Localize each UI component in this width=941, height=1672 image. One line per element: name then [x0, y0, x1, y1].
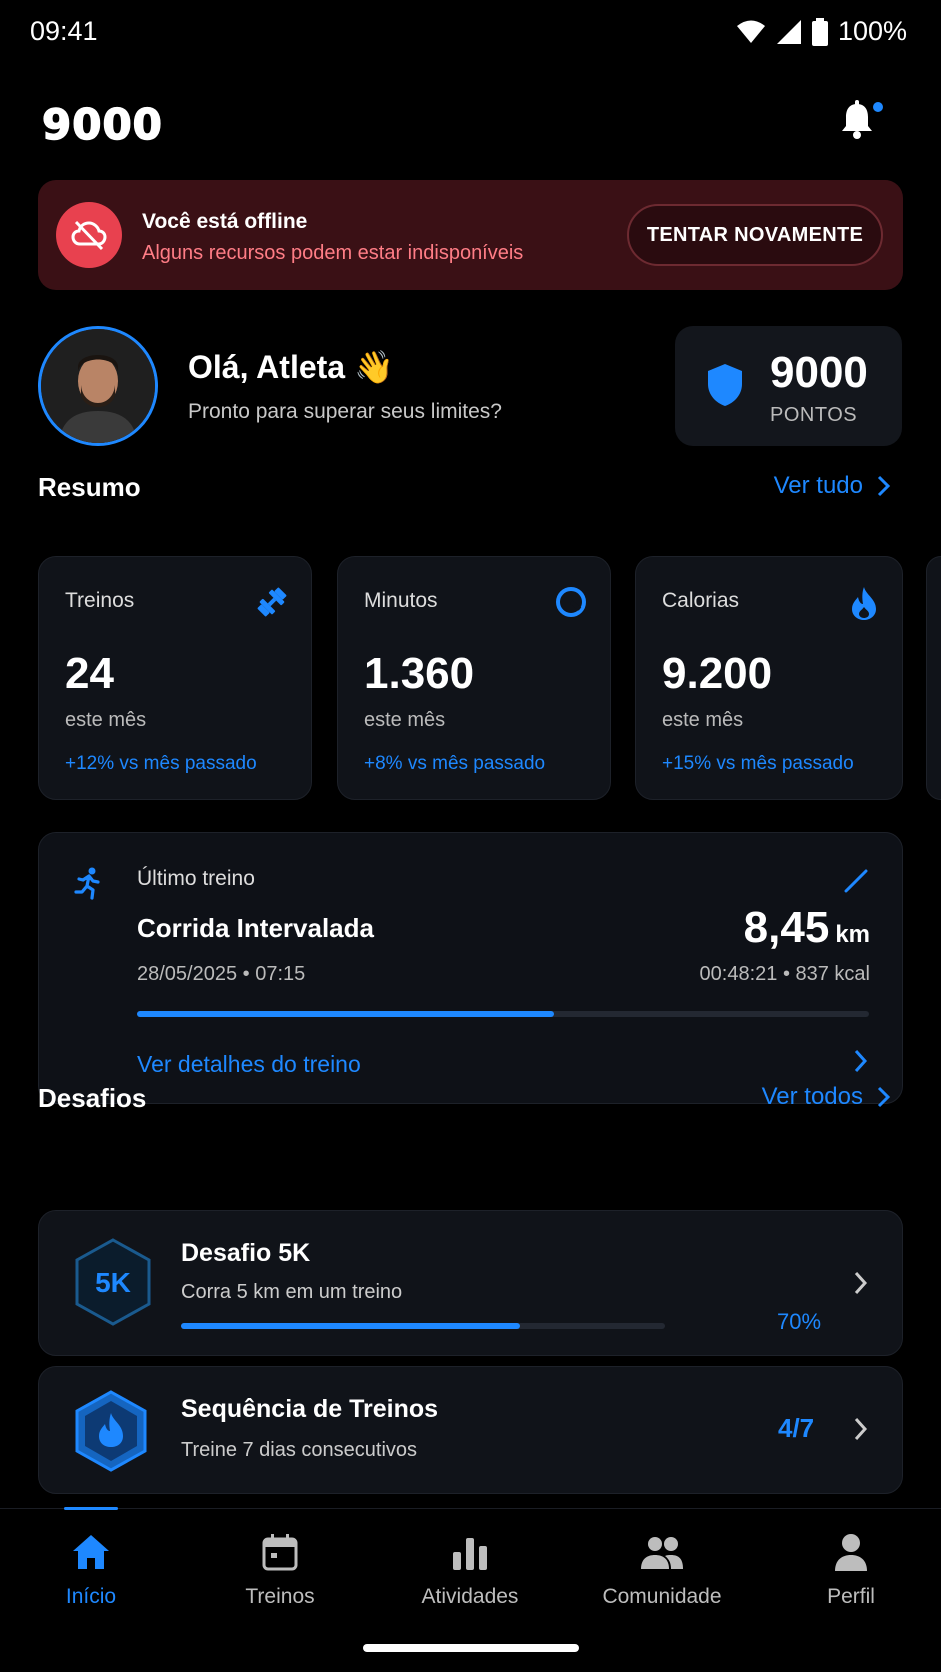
nav-item-perfil[interactable]: Perfil	[766, 1529, 936, 1609]
points-card[interactable]: 9000 PONTOS	[675, 326, 902, 446]
stat-value: 24	[65, 649, 114, 698]
see-all-label: Ver todos	[761, 1083, 863, 1110]
clock-ring-icon	[556, 587, 586, 617]
notifications-button[interactable]	[839, 100, 885, 140]
stat-label: Treinos	[65, 589, 135, 612]
nav-item-inicio[interactable]: Início	[6, 1529, 176, 1609]
nav-label: Treinos	[245, 1585, 315, 1608]
nav-label: Início	[65, 1585, 117, 1608]
nav-label: Perfil	[827, 1585, 875, 1608]
stat-comparison: +8% vs mês passado	[364, 753, 546, 774]
battery-percent: 100%	[837, 16, 907, 46]
nav-item-treinos[interactable]: Treinos	[195, 1529, 365, 1609]
last-workout-card[interactable]: Último treino Corrida Intervalada 28/05/…	[38, 832, 903, 1104]
home-indicator[interactable]	[363, 1644, 579, 1652]
stat-comparison: +15% vs mês passado	[662, 753, 854, 774]
stat-card-calorias[interactable]: Calorias 9.200 este mês +15% vs mês pass…	[635, 556, 903, 800]
challenge-title: Desafio 5K	[181, 1239, 311, 1267]
distance-unit: km	[835, 921, 870, 948]
challenge-progress-fill	[181, 1323, 520, 1329]
points-value: 9000	[770, 348, 868, 397]
dumbbell-icon	[257, 587, 287, 617]
last-workout-name: Corrida Intervalada	[137, 913, 374, 943]
person-icon	[835, 1534, 867, 1571]
offline-banner: Você está offline Alguns recursos podem …	[38, 180, 903, 290]
stat-value: 9.200	[662, 649, 773, 698]
cloud-off-icon	[71, 220, 107, 251]
challenge-5k[interactable]: 5K Desafio 5K Corra 5 km em um treino 70…	[38, 1210, 903, 1356]
chevron-right-icon[interactable]	[854, 1049, 868, 1073]
stat-card-minutos[interactable]: Minutos 1.360 este mês +8% vs mês passad…	[337, 556, 611, 800]
see-all-label: Ver tudo	[773, 472, 863, 499]
chevron-right-icon[interactable]	[854, 1271, 868, 1295]
stat-period: este mês	[364, 709, 446, 731]
stat-period: este mês	[662, 709, 744, 731]
nav-label: Comunidade	[602, 1585, 722, 1608]
challenge-percent: 70%	[777, 1309, 822, 1334]
retry-button[interactable]: TENTAR NOVAMENTE	[627, 204, 883, 266]
avatar[interactable]	[38, 326, 158, 446]
challenge-progress-track	[181, 1323, 665, 1329]
offline-icon-badge	[56, 202, 122, 268]
calendar-icon	[262, 1534, 298, 1571]
status-icons: 100%	[736, 16, 907, 47]
stat-card-treinos[interactable]: Treinos 24 este mês +12% vs mês passado	[38, 556, 312, 800]
challenge-streak[interactable]: Sequência de Treinos Treine 7 dias conse…	[38, 1366, 903, 1494]
stat-value: 1.360	[364, 649, 475, 698]
offline-message: Alguns recursos podem estar indisponívei…	[142, 242, 524, 264]
wifi-icon	[736, 20, 765, 43]
nav-item-comunidade[interactable]: Comunidade	[577, 1529, 747, 1609]
workout-progress-fill	[137, 1011, 555, 1017]
challenges-title: Desafios	[38, 1083, 147, 1113]
battery-icon	[811, 17, 828, 46]
edit-pencil-icon[interactable]	[842, 867, 870, 895]
flame-hexagon-icon	[75, 1390, 147, 1472]
last-workout-date: 28/05/2025 • 07:15	[137, 963, 306, 985]
offline-title: Você está offline	[142, 210, 308, 233]
see-all-summary-link[interactable]: Ver tudo	[774, 472, 891, 500]
home-icon	[73, 1535, 109, 1569]
chevron-right-icon	[877, 1086, 891, 1108]
greeting-subtitle: Pronto para superar seus limites?	[188, 400, 502, 423]
stat-label: Calorias	[662, 589, 740, 612]
points-label: PONTOS	[770, 404, 858, 426]
status-bar: 09:41 100%	[0, 0, 941, 64]
bell-icon	[842, 100, 872, 139]
badge-5k-text: 5K	[95, 1267, 131, 1298]
greeting: Olá, Atleta 👋	[188, 349, 394, 385]
stat-period: este mês	[65, 709, 147, 731]
stat-label: Minutos	[364, 589, 438, 612]
last-workout-meta: 00:48:21 • 837 kcal	[699, 963, 870, 985]
challenge-count: 4/7	[778, 1413, 815, 1443]
bar-chart-icon	[453, 1538, 487, 1570]
chevron-right-icon[interactable]	[854, 1417, 868, 1441]
runner-icon	[74, 867, 100, 900]
summary-title: Resumo	[38, 472, 141, 502]
active-tab-indicator	[64, 1507, 118, 1510]
challenge-desc: Corra 5 km em um treino	[181, 1281, 403, 1303]
see-all-challenges-link[interactable]: Ver todos	[762, 1083, 891, 1111]
workout-progress-track	[137, 1011, 869, 1017]
stat-comparison: +12% vs mês passado	[65, 753, 257, 774]
avatar-photo	[41, 329, 155, 443]
notification-dot	[871, 100, 885, 114]
signal-icon	[776, 19, 801, 44]
challenge-title: Sequência de Treinos	[181, 1395, 439, 1423]
last-workout-distance: 8,45 km	[744, 903, 870, 953]
last-workout-label: Último treino	[137, 867, 255, 890]
status-time: 09:41	[30, 16, 98, 46]
distance-value: 8,45	[743, 903, 830, 952]
workout-details-link[interactable]: Ver detalhes do treino	[137, 1051, 361, 1078]
nav-label: Atividades	[421, 1585, 519, 1608]
nav-item-atividades[interactable]: Atividades	[385, 1529, 555, 1609]
app-logo: 9000	[41, 99, 163, 150]
challenge-desc: Treine 7 dias consecutivos	[181, 1439, 418, 1461]
people-icon	[641, 1537, 683, 1569]
shield-icon	[708, 364, 742, 406]
chevron-right-icon	[877, 475, 891, 497]
hexagon-badge-icon: 5K	[75, 1238, 151, 1326]
stat-card-peek[interactable]	[926, 556, 941, 800]
flame-icon	[852, 587, 876, 620]
